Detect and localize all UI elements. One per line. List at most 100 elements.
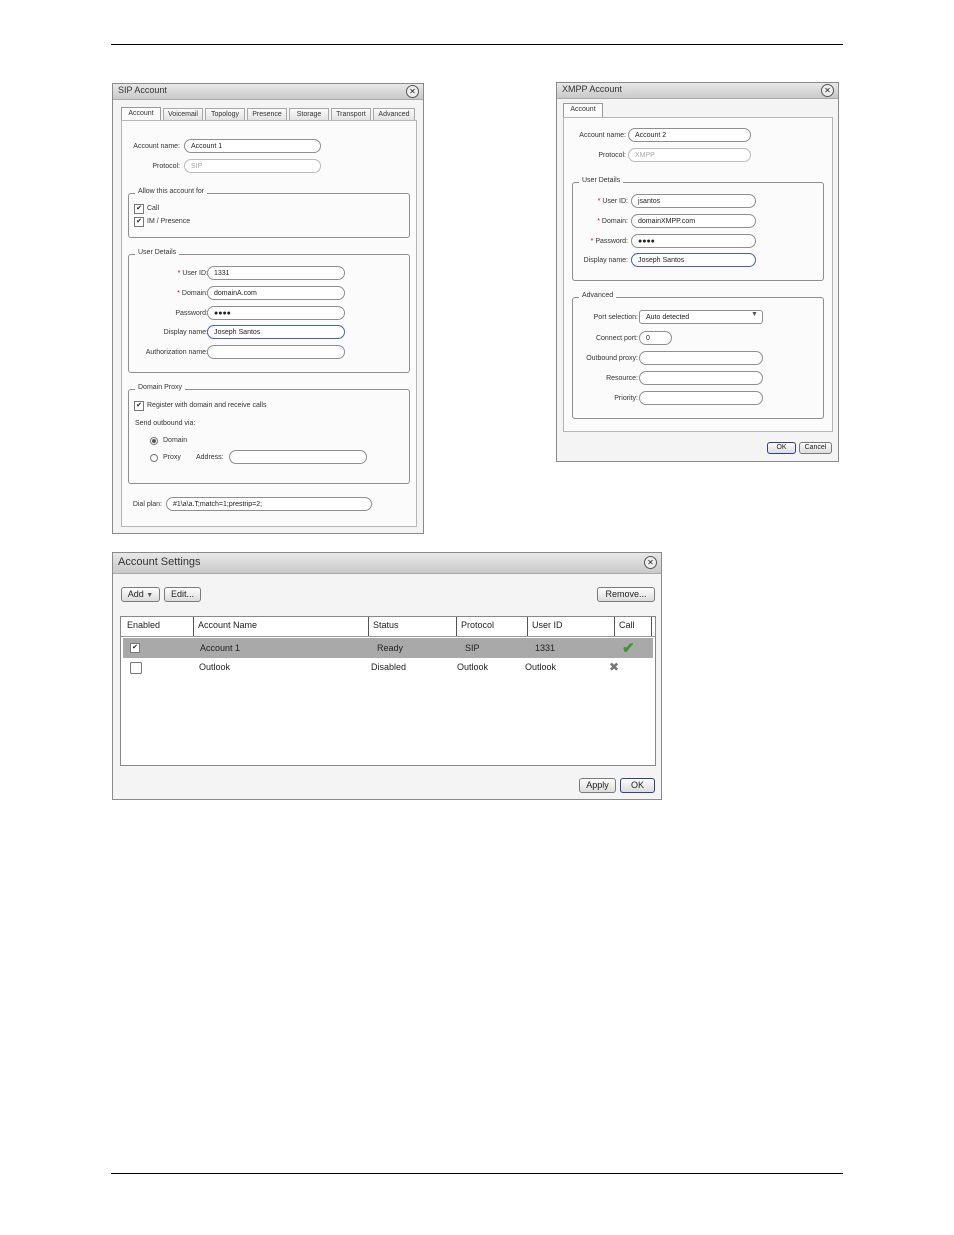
- ok-button[interactable]: OK: [620, 778, 655, 793]
- col-user-id[interactable]: User ID: [532, 620, 563, 630]
- checkmark-icon: ✔: [622, 640, 635, 657]
- sip-account-pane: Account name: Account 1 Protocol: SIP Al…: [121, 120, 417, 527]
- user-details-legend: User Details: [135, 249, 180, 256]
- domain-proxy-group: Domain Proxy ✔ Register with domain and …: [128, 384, 410, 484]
- column-divider: [651, 617, 652, 636]
- ok-button[interactable]: OK: [767, 442, 796, 454]
- column-divider: [614, 617, 615, 636]
- user-id-cell: 1331: [535, 643, 556, 653]
- password-label: Password:: [175, 310, 208, 317]
- close-icon[interactable]: ✕: [821, 84, 834, 97]
- user-id-input[interactable]: 1331: [207, 266, 345, 280]
- advanced-group: Advanced Port selection: Auto detected ▼…: [572, 292, 824, 419]
- settings-title: Account Settings: [118, 556, 201, 568]
- col-call[interactable]: Call: [619, 620, 635, 630]
- account-name-input[interactable]: Account 1: [184, 139, 321, 153]
- tab-account[interactable]: Account: [563, 103, 603, 117]
- port-selection-dropdown[interactable]: Auto detected: [639, 310, 763, 324]
- domain-radio[interactable]: [150, 437, 158, 445]
- proxy-radio[interactable]: [150, 454, 158, 462]
- tab-transport[interactable]: Transport: [331, 108, 371, 120]
- im-presence-checkbox[interactable]: ✔: [134, 217, 144, 227]
- tab-topology[interactable]: Topology: [205, 108, 245, 120]
- table-header: Enabled Account Name Status Protocol Use…: [121, 617, 655, 637]
- user-id-label: * User ID:: [597, 198, 628, 205]
- user-details-group: User Details * User ID: 1331 * Domain: d…: [128, 249, 410, 373]
- resource-label: Resource:: [606, 375, 638, 382]
- column-divider: [527, 617, 528, 636]
- table-row[interactable]: ✔ Account 1 Ready SIP 1331 ✔: [123, 638, 653, 658]
- authorization-name-label: Authorization name:: [145, 349, 208, 356]
- status-cell: Ready: [377, 643, 404, 653]
- remove-button[interactable]: Remove...: [597, 587, 655, 602]
- account-name-label: Account name:: [579, 132, 626, 139]
- close-icon[interactable]: ✕: [644, 556, 657, 569]
- domain-label: * Domain:: [177, 290, 208, 297]
- settings-titlebar: Account Settings ✕: [113, 553, 661, 574]
- account-name-input[interactable]: Account 2: [628, 128, 751, 142]
- col-enabled[interactable]: Enabled: [127, 620, 160, 630]
- allow-account-group: Allow this account for ✔ Call ✔ IM / Pre…: [128, 188, 410, 238]
- tab-presence[interactable]: Presence: [247, 108, 287, 120]
- authorization-name-input[interactable]: [207, 345, 345, 359]
- tab-account[interactable]: Account: [121, 107, 161, 121]
- domain-label: * Domain:: [597, 218, 628, 225]
- domain-radio-label: Domain: [163, 437, 188, 444]
- xmpp-account-window: XMPP Account ✕ Account Account name: Acc…: [556, 82, 839, 462]
- cancel-button[interactable]: Cancel: [799, 442, 832, 454]
- password-input[interactable]: ●●●●: [631, 234, 756, 248]
- sip-titlebar: SIP Account ✕: [113, 84, 423, 100]
- tab-storage[interactable]: Storage: [289, 108, 329, 120]
- send-outbound-label: Send outbound via:: [135, 420, 196, 427]
- resource-input[interactable]: [639, 371, 763, 385]
- user-details-legend: User Details: [579, 177, 624, 184]
- user-id-input[interactable]: jsantos: [631, 194, 756, 208]
- dial-plan-label: Dial plan:: [132, 501, 162, 508]
- account-settings-window: Account Settings ✕ Add ▼ Edit... Remove.…: [112, 552, 662, 800]
- protocol-field: SIP: [184, 159, 321, 173]
- address-input[interactable]: [229, 450, 367, 464]
- display-name-label: Display name:: [583, 257, 628, 264]
- enabled-checkbox[interactable]: ✔: [130, 643, 140, 653]
- user-details-group: User Details * User ID: jsantos * Domain…: [572, 177, 824, 281]
- protocol-field: XMPP: [628, 148, 751, 162]
- password-input[interactable]: ●●●●: [207, 306, 345, 320]
- dial-plan-input[interactable]: #1\a\a.T;match=1;prestrip=2;: [166, 497, 372, 511]
- display-name-input[interactable]: Joseph Santos: [207, 325, 345, 339]
- domain-input[interactable]: domainXMPP.com: [631, 214, 756, 228]
- outbound-proxy-input[interactable]: [639, 351, 763, 365]
- connect-port-input[interactable]: 0: [639, 331, 672, 345]
- chevron-down-icon[interactable]: ▼: [751, 311, 758, 318]
- call-checkbox[interactable]: ✔: [134, 204, 144, 214]
- col-account-name[interactable]: Account Name: [198, 620, 257, 630]
- col-status[interactable]: Status: [373, 620, 399, 630]
- xmpp-title: XMPP Account: [562, 84, 622, 94]
- account-name-cell: Account 1: [200, 643, 241, 653]
- sip-title: SIP Account: [118, 85, 167, 95]
- protocol-cell: Outlook: [457, 662, 489, 672]
- sip-account-window: SIP Account ✕ Account Voicemail Topology…: [112, 83, 424, 534]
- advanced-legend: Advanced: [579, 292, 617, 299]
- enabled-checkbox[interactable]: [130, 662, 142, 674]
- tab-advanced[interactable]: Advanced: [373, 108, 415, 120]
- status-cell: Disabled: [371, 662, 407, 672]
- column-divider: [368, 617, 369, 636]
- table-row[interactable]: Outlook Disabled Outlook Outlook ✖: [123, 658, 653, 678]
- close-icon[interactable]: ✕: [406, 85, 419, 98]
- display-name-input[interactable]: Joseph Santos: [631, 253, 756, 267]
- protocol-cell: SIP: [465, 643, 480, 653]
- apply-button[interactable]: Apply: [579, 778, 616, 793]
- user-id-cell: Outlook: [525, 662, 557, 672]
- edit-button[interactable]: Edit...: [164, 587, 201, 602]
- register-checkbox[interactable]: ✔: [134, 401, 144, 411]
- chevron-down-icon: ▼: [146, 592, 154, 599]
- outbound-proxy-label: Outbound proxy:: [586, 355, 638, 362]
- domain-proxy-legend: Domain Proxy: [135, 384, 185, 391]
- x-icon: ✖: [609, 660, 620, 674]
- domain-input[interactable]: domainA.com: [207, 286, 345, 300]
- priority-input[interactable]: [639, 391, 763, 405]
- priority-label: Priority:: [614, 395, 638, 402]
- add-button[interactable]: Add ▼: [121, 587, 160, 602]
- col-protocol[interactable]: Protocol: [461, 620, 494, 630]
- tab-voicemail[interactable]: Voicemail: [163, 108, 203, 120]
